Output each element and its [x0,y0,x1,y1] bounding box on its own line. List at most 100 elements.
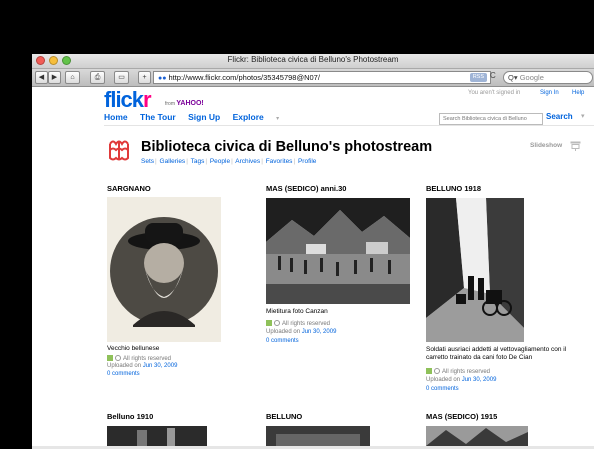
license-info: All rights reserved [107,355,171,362]
nav-the-tour[interactable]: The Tour [140,112,176,122]
link-sets[interactable]: Sets [141,158,154,165]
bookmarks-button[interactable]: ▭ [114,71,129,84]
yahoo-text: YAHOO! [176,100,204,107]
divider: | [261,158,263,165]
photostream-title: Biblioteca civica di Belluno's photostre… [141,139,433,155]
link-tags[interactable]: Tags [191,158,205,165]
photo-title[interactable]: BELLUNO 1918 [426,184,481,193]
reload-icon[interactable]: C [490,71,496,80]
divider: | [186,158,188,165]
site-search-input[interactable]: Search Biblioteca civica di Belluno [439,113,543,125]
license-info: All rights reserved [266,320,330,327]
photo-thumbnail[interactable] [426,426,528,446]
divider: | [293,158,296,165]
url-text: http://www.flickr.com/photos/35345798@N0… [168,73,320,82]
nav-home[interactable]: Home [104,112,128,122]
title-bar: Flickr: Biblioteca civica di Belluno's P… [32,54,594,69]
divider: | [205,158,208,165]
buddy-icon[interactable] [107,138,131,162]
from-yahoo-logo: from YAHOO! [165,100,204,107]
comments-link[interactable]: 0 comments [107,371,140,377]
help-link[interactable]: Help [572,90,584,96]
upload-date-link[interactable]: Jun 30, 2009 [462,377,497,383]
copyright-icon [115,355,121,361]
license-info: All rights reserved [426,368,490,375]
photo-title[interactable]: Belluno 1910 [107,412,153,421]
nav-explore-label: Explore [232,112,264,122]
back-button[interactable]: ◀ [35,71,48,84]
from-text: from [165,101,175,107]
photo-title[interactable]: MAS (SEDICO) anni.30 [266,184,346,193]
link-archives[interactable]: Archives [235,158,260,165]
upload-date-link[interactable]: Jun 30, 2009 [302,329,337,335]
sign-in-link[interactable]: Sign In [540,90,559,96]
photo-title[interactable]: MAS (SEDICO) 1915 [426,412,497,421]
chevron-down-icon: ▾ [276,116,280,122]
link-people[interactable]: People [210,158,230,165]
copyright-icon [274,320,280,326]
license-icon [107,355,113,361]
photo-caption: Soldati ausriaci addetti al vettovagliam… [426,346,567,361]
upload-prefix: Uploaded on [426,377,461,383]
license-text: All rights reserved [282,321,331,327]
license-text: All rights reserved [442,369,491,375]
comments-link[interactable]: 0 comments [266,338,299,344]
print-icon: ⎙ [94,74,101,81]
license-icon [266,320,272,326]
address-bar[interactable]: ●● http://www.flickr.com/photos/35345798@… [153,71,491,84]
add-bookmark-button[interactable]: + [138,71,151,84]
copyright-icon [434,368,440,374]
slideshow-icon[interactable] [570,141,581,151]
link-galleries[interactable]: Galleries [160,158,186,165]
upload-date: Uploaded on Jun 30, 2009 [426,377,496,383]
forward-button[interactable]: ▶ [48,71,61,84]
upload-prefix: Uploaded on [107,363,142,369]
divider: | [231,158,233,165]
license-icon [426,368,432,374]
back-arrow-icon: ◀ [38,74,45,81]
photo-caption: Vecchio bellunese [107,345,160,352]
window-title: Flickr: Biblioteca civica di Belluno's P… [227,55,399,64]
license-text: All rights reserved [123,356,172,362]
print-button[interactable]: ⎙ [90,71,105,84]
photo-title[interactable]: SARGNANO [107,184,151,193]
header-divider [104,125,594,126]
search-icon: Q▾ [508,73,518,82]
link-profile[interactable]: Profile [298,158,316,165]
site-search-button[interactable]: Search [546,112,573,121]
slideshow-link[interactable]: Slideshow [530,142,562,149]
search-options-chevron-icon[interactable]: ▾ [581,112,585,120]
home-button[interactable]: ⌂ [65,71,80,84]
signed-in-status: You aren't signed in [468,90,521,96]
google-search-field[interactable]: Q▾ Google [503,71,593,84]
logo-text-flick: flick [104,87,144,112]
upload-date: Uploaded on Jun 30, 2009 [107,363,177,369]
nav-sign-up[interactable]: Sign Up [188,112,220,122]
link-favorites[interactable]: Favorites [266,158,293,165]
comments-link[interactable]: 0 comments [426,386,459,392]
plus-icon: + [142,74,147,81]
profile-subnav: Sets| Galleries| Tags| People| Archives|… [141,158,317,165]
home-icon: ⌂ [70,74,75,81]
logo-text-r: r [143,87,152,112]
main-nav: Home The Tour Sign Up Explore ▾ [104,112,299,122]
photo-title[interactable]: BELLUNO [266,412,302,421]
upload-prefix: Uploaded on [266,329,301,335]
photo-thumbnail[interactable] [107,426,207,446]
google-search-placeholder: Google [519,73,544,82]
forward-arrow-icon: ▶ [51,74,58,81]
photo-thumbnail[interactable] [426,198,524,342]
photo-thumbnail[interactable] [107,197,221,342]
browser-toolbar: ◀ ▶ ⌂ ⎙ ▭ + ●● http://www.flickr.com/phot… [32,69,594,87]
photo-caption: Mietitura foto Canzan [266,308,328,315]
rss-badge[interactable]: RSS [469,73,487,82]
flickr-logo[interactable]: flickr [104,87,152,113]
upload-date: Uploaded on Jun 30, 2009 [266,329,336,335]
divider: | [155,158,157,165]
flickr-page: flickr from YAHOO! Home The Tour Sign Up… [32,87,594,449]
flickr-favicon: ●● [158,75,167,82]
nav-explore[interactable]: Explore ▾ [233,112,290,122]
photo-thumbnail[interactable] [266,426,370,446]
photo-thumbnail[interactable] [266,198,410,304]
upload-date-link[interactable]: Jun 30, 2009 [143,363,178,369]
